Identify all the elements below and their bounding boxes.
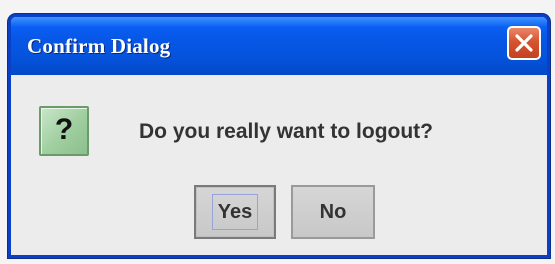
title-bar[interactable]: Confirm Dialog	[11, 17, 547, 75]
close-button[interactable]	[507, 26, 541, 60]
dialog-message: Do you really want to logout?	[139, 120, 433, 143]
yes-button[interactable]: Yes	[194, 185, 276, 239]
no-button-label: No	[319, 201, 347, 223]
no-button[interactable]: No	[291, 185, 375, 239]
yes-button-label: Yes	[217, 201, 253, 223]
close-icon	[515, 34, 533, 52]
confirm-dialog: Confirm Dialog ? Do you really want to l…	[8, 14, 550, 258]
question-icon: ?	[39, 106, 89, 156]
dialog-title: Confirm Dialog	[27, 34, 171, 58]
dialog-content: ? Do you really want to logout? Yes No	[11, 75, 547, 255]
question-glyph: ?	[54, 113, 74, 146]
